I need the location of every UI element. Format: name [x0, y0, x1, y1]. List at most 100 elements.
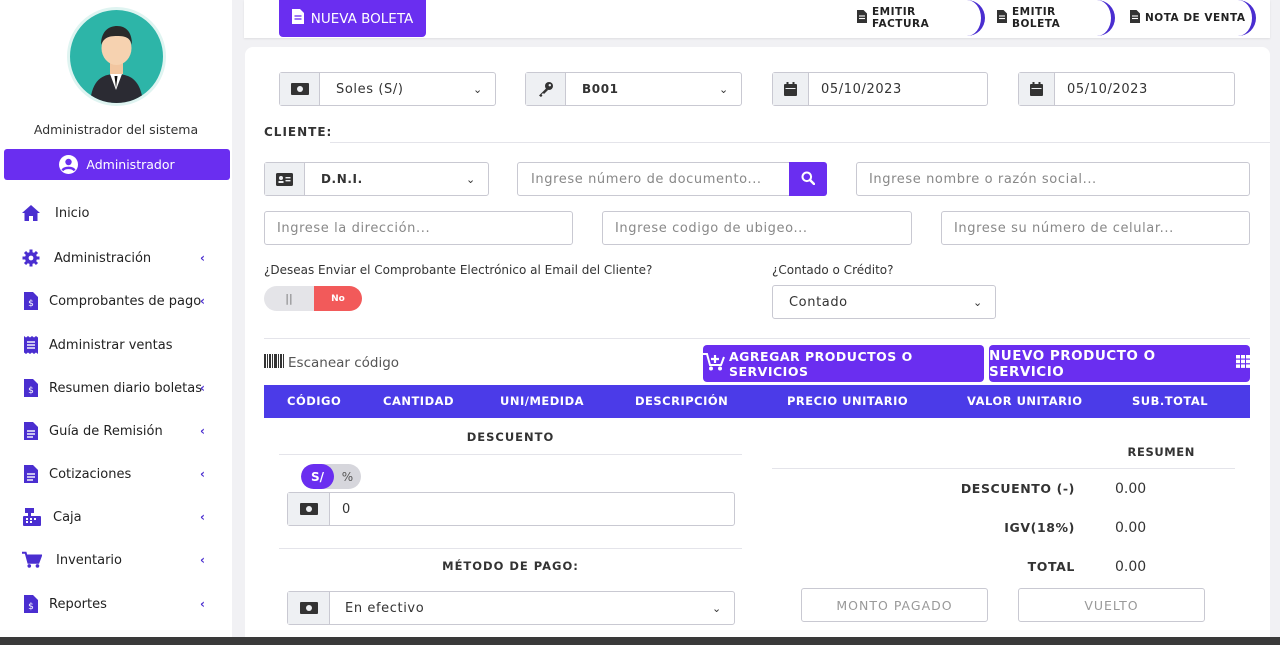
user-circle-icon: [59, 155, 79, 174]
document-icon: [1130, 10, 1140, 26]
calendar-icon: [773, 73, 809, 105]
document-icon: [291, 9, 304, 28]
sidebar-item-inventario[interactable]: Inventario ‹: [0, 540, 232, 580]
currency-select[interactable]: Soles (S/) ⌄: [279, 72, 496, 106]
due-date-field[interactable]: 05/10/2023: [1018, 72, 1235, 106]
barcode-icon: [264, 354, 284, 372]
payment-method-select[interactable]: En efectivo ⌄: [287, 591, 735, 625]
address-input[interactable]: Ingrese la dirección...: [264, 211, 573, 245]
chevron-left-icon: ‹: [200, 467, 205, 481]
chevron-down-icon: ⌄: [719, 82, 729, 96]
receipt-icon: [21, 335, 41, 355]
discount-type-soles[interactable]: S/: [301, 464, 334, 489]
sidebar-item-reportes[interactable]: $ Reportes ‹: [0, 584, 232, 624]
invoice-icon: $: [21, 378, 41, 398]
sidebar-item-comprobantes[interactable]: $ Comprobantes de pago ‹: [0, 281, 232, 321]
amount-paid-button[interactable]: MONTO PAGADO: [801, 588, 988, 622]
tab-emitir-boleta[interactable]: EMITIR BOLETA: [991, 0, 1115, 36]
doc-number-placeholder: Ingrese número de documento...: [531, 171, 762, 187]
add-products-button[interactable]: AGREGAR PRODUCTOS O SERVICIOS: [703, 345, 984, 382]
home-icon: [21, 203, 41, 223]
phone-input[interactable]: Ingrese su número de celular...: [941, 211, 1250, 245]
payment-type-select[interactable]: Contado ⌄: [772, 285, 996, 319]
discount-input[interactable]: 0: [287, 492, 735, 526]
doc-type-value: D.N.I.: [321, 172, 363, 186]
column-header: CÓDIGO: [287, 394, 342, 408]
ubigeo-placeholder: Ingrese codigo de ubigeo...: [615, 220, 808, 236]
grid-icon: [1236, 355, 1250, 372]
bottom-edge: [0, 637, 1280, 645]
summary-total-value: 0.00: [1115, 559, 1147, 575]
sidebar-item-label: Comprobantes de pago: [49, 293, 202, 309]
avatar: [67, 7, 166, 106]
document-icon: [21, 464, 41, 484]
sidebar: Administrador del sistema Administrador …: [0, 0, 232, 637]
chevron-down-icon: ⌄: [466, 172, 476, 186]
column-header: SUB.TOTAL: [1132, 394, 1209, 408]
client-label: CLIENTE:: [264, 125, 333, 139]
summary-discount-value: 0.00: [1115, 481, 1147, 497]
discount-title: DESCUENTO: [466, 430, 555, 444]
search-button[interactable]: [789, 162, 827, 196]
chevron-left-icon: ‹: [200, 381, 205, 395]
invoice-icon: $: [21, 594, 41, 614]
issue-date-value: 05/10/2023: [821, 81, 902, 97]
cart-icon: [22, 550, 42, 570]
issue-date-field[interactable]: 05/10/2023: [772, 72, 988, 106]
tab-label: NOTA DE VENTA: [1145, 12, 1246, 24]
sidebar-item-administracion[interactable]: Administración ‹: [0, 238, 232, 278]
tab-label: EMITIR FACTURA: [872, 6, 930, 30]
tab-emitir-factura[interactable]: EMITIR FACTURA: [851, 0, 985, 36]
doc-number-input[interactable]: Ingrese número de documento...: [517, 162, 791, 196]
address-placeholder: Ingrese la dirección...: [277, 220, 431, 236]
doc-type-select[interactable]: D.N.I. ⌄: [264, 162, 489, 196]
sidebar-item-guia-remision[interactable]: Guía de Remisión ‹: [0, 411, 232, 451]
products-table-header: CÓDIGO CANTIDAD UNI/MEDIDA DESCRIPCIÓN P…: [264, 385, 1250, 418]
chevron-down-icon: ⌄: [712, 601, 722, 615]
summary-discount-label: DESCUENTO (-): [960, 481, 1075, 496]
discount-type-percent[interactable]: %: [334, 464, 361, 489]
ubigeo-input[interactable]: Ingrese codigo de ubigeo...: [602, 211, 912, 245]
sidebar-item-cotizaciones[interactable]: Cotizaciones ‹: [0, 454, 232, 494]
money-icon: [280, 73, 320, 105]
discount-type-toggle[interactable]: S/ %: [301, 464, 361, 489]
scan-code-label: Escanear código: [288, 355, 400, 371]
role-badge[interactable]: Administrador: [4, 149, 230, 180]
new-product-label: NUEVO PRODUCTO O SERVICIO: [989, 347, 1156, 380]
change-button[interactable]: VUELTO: [1018, 588, 1205, 622]
tab-nota-venta[interactable]: NOTA DE VENTA: [1124, 0, 1256, 36]
divider: [279, 548, 742, 549]
new-receipt-label: NUEVA BOLETA: [310, 10, 414, 27]
email-toggle[interactable]: || No: [264, 286, 362, 311]
svg-text:$: $: [28, 386, 34, 396]
column-header: VALOR UNITARIO: [967, 394, 1083, 408]
divider: [330, 142, 1270, 143]
scan-code-control[interactable]: Escanear código: [264, 354, 399, 372]
key-icon: [526, 73, 566, 105]
app-screen: Administrador del sistema Administrador …: [0, 0, 1280, 637]
document-icon: [21, 421, 41, 441]
summary-total-label: TOTAL: [1027, 559, 1075, 574]
sidebar-item-caja[interactable]: Caja ‹: [0, 497, 232, 537]
sidebar-item-label: Reportes: [49, 596, 107, 612]
currency-value: Soles (S/): [336, 81, 404, 97]
series-select[interactable]: B001 ⌄: [525, 72, 742, 106]
name-input[interactable]: Ingrese nombre o razón social...: [856, 162, 1250, 196]
document-icon: [857, 10, 867, 26]
column-header: PRECIO UNITARIO: [787, 394, 909, 408]
sidebar-item-administrar-ventas[interactable]: Administrar ventas: [0, 325, 232, 365]
add-products-label: AGREGAR PRODUCTOS O SERVICIOS: [729, 348, 913, 379]
new-receipt-button[interactable]: NUEVA BOLETA: [279, 0, 426, 37]
sidebar-item-label: Caja: [53, 509, 82, 525]
new-product-button[interactable]: NUEVO PRODUCTO O SERVICIO: [989, 345, 1250, 382]
credit-question-label: ¿Contado o Crédito?: [772, 263, 894, 277]
name-placeholder: Ingrese nombre o razón social...: [869, 171, 1097, 187]
chevron-left-icon: ‹: [200, 294, 205, 308]
payment-method-title: MÉTODO DE PAGO:: [442, 559, 579, 573]
gear-icon: [21, 248, 41, 268]
chevron-left-icon: ‹: [200, 424, 205, 438]
sidebar-item-inicio[interactable]: Inicio: [0, 193, 232, 233]
id-card-icon: [265, 163, 305, 195]
admin-name: Administrador del sistema: [33, 122, 199, 137]
sidebar-item-resumen-diario[interactable]: $ Resumen diario boletas ‹: [0, 368, 232, 408]
